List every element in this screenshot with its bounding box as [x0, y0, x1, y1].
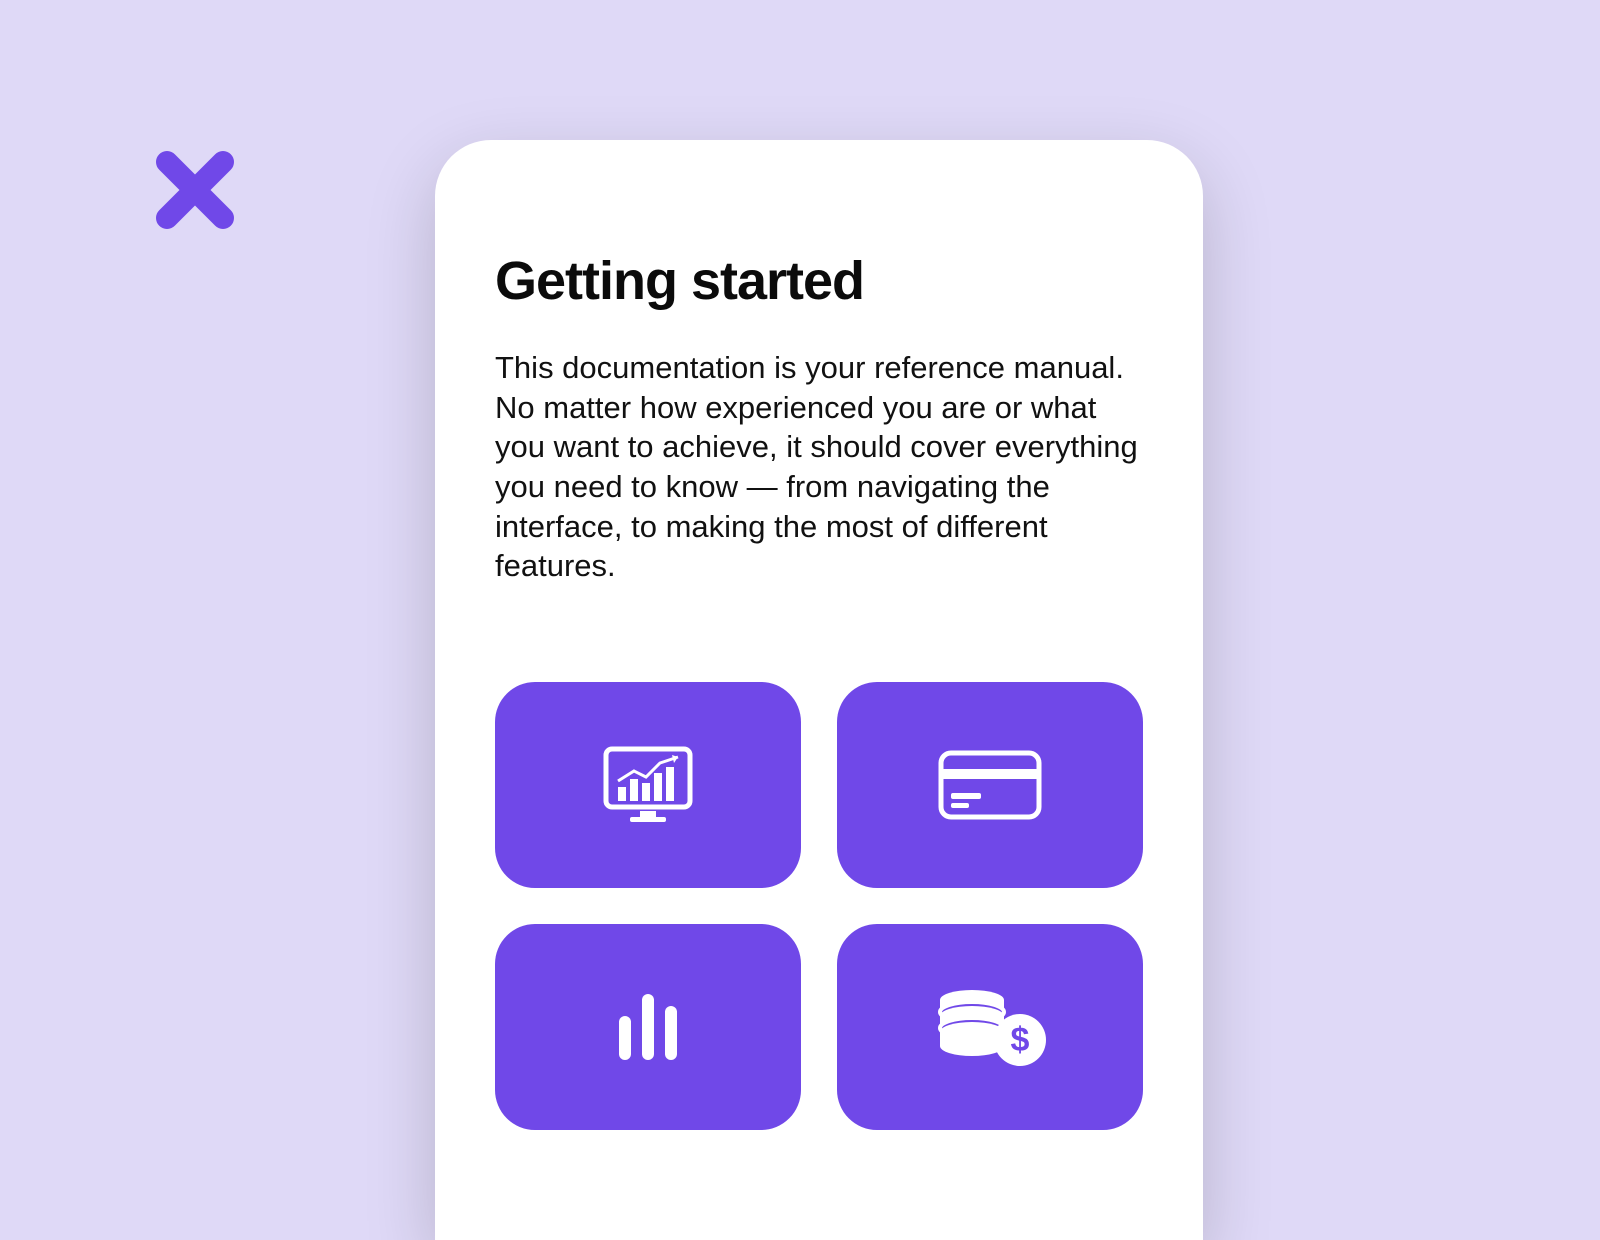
coins-dollar-icon: $ [930, 984, 1050, 1070]
tile-credit-card[interactable] [837, 682, 1143, 888]
tile-coins[interactable]: $ [837, 924, 1143, 1130]
tiles-grid: $ [495, 682, 1143, 1130]
analytics-monitor-icon [600, 745, 696, 825]
close-icon[interactable] [145, 140, 245, 240]
getting-started-card: Getting started This documentation is yo… [435, 140, 1203, 1240]
svg-text:$: $ [1011, 1021, 1030, 1059]
card-title: Getting started [495, 250, 1143, 312]
bar-chart-icon [613, 988, 683, 1066]
tile-analytics[interactable] [495, 682, 801, 888]
credit-card-icon [935, 747, 1045, 823]
card-description: This documentation is your reference man… [495, 348, 1143, 586]
x-icon [145, 140, 245, 240]
tile-bar-chart[interactable] [495, 924, 801, 1130]
